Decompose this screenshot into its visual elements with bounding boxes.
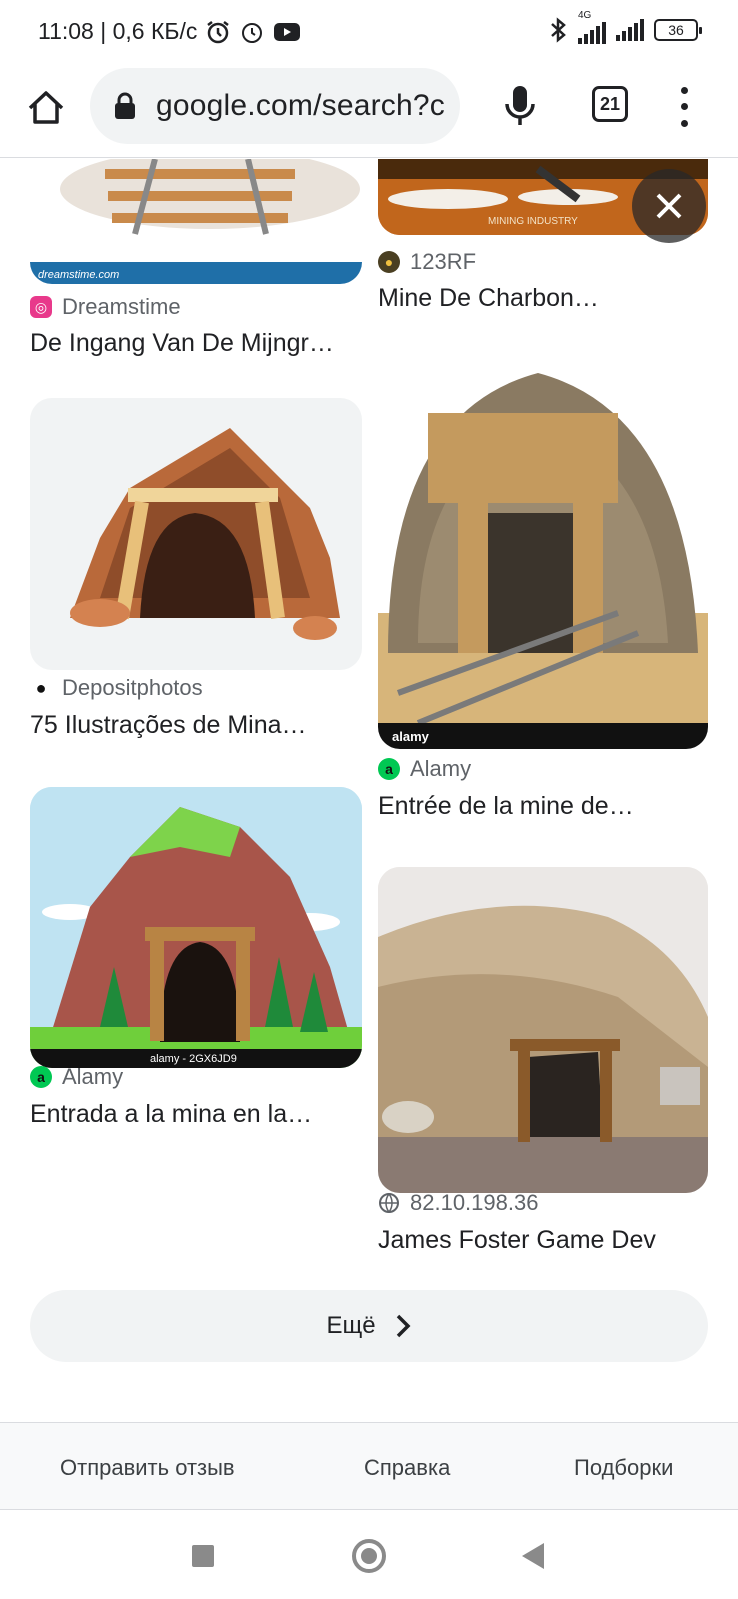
close-icon — [656, 193, 682, 219]
result-image-dreamstime[interactable]: dreamstime.com — [30, 159, 362, 284]
source-label: Alamy — [62, 1064, 124, 1089]
result-source-alamy-2[interactable]: a Alamy — [30, 1064, 123, 1090]
result-title[interactable]: Entrée de la mine de… — [378, 792, 634, 821]
source-label: Dreamstime — [62, 294, 181, 319]
cellular-signal-2 — [616, 19, 644, 41]
rock-mine-entrance-image — [378, 373, 708, 749]
home-icon — [28, 91, 64, 124]
result-source-dreamstime[interactable]: ◎ Dreamstime — [30, 294, 181, 320]
dreamstime-icon: ◎ — [30, 296, 52, 318]
more-results-button[interactable]: Ещё — [30, 1290, 708, 1362]
cartoon-mine-mountain-image — [30, 787, 362, 1068]
source-label: 123RF — [410, 249, 477, 274]
result-source-depositphotos[interactable]: ● Depositphotos — [30, 675, 203, 701]
lock-icon — [115, 92, 135, 119]
chevron-right-icon — [396, 1314, 411, 1338]
watermark-dreamstime: dreamstime.com — [38, 269, 120, 281]
url-text: google.com/search?c — [156, 89, 445, 122]
recents-button[interactable] — [192, 1545, 214, 1567]
result-title[interactable]: Entrada a la mina en la… — [30, 1100, 312, 1129]
result-source-82-10-198-36[interactable]: 82.10.198.36 — [378, 1190, 538, 1216]
alarm-clock-icon — [242, 22, 263, 43]
result-source-alamy-1[interactable]: a Alamy — [378, 756, 471, 782]
collections-link[interactable]: Подборки — [574, 1455, 673, 1481]
result-image-alamy-1[interactable]: alamy — [378, 353, 708, 749]
result-image-depositphotos[interactable] — [30, 398, 362, 670]
microphone-icon — [505, 86, 535, 125]
status-time-speed: 11:08 | 0,6 КБ/с — [38, 18, 198, 44]
result-title[interactable]: Mine De Charbon… — [378, 284, 599, 313]
result-title[interactable]: 75 Ilustrações de Mina… — [30, 711, 307, 740]
source-label: 82.10.198.36 — [410, 1190, 539, 1215]
result-title[interactable]: James Foster Game Dev — [378, 1226, 656, 1255]
watermark-alamy: alamy - 2GX6JD9 — [150, 1053, 237, 1065]
help-link[interactable]: Справка — [364, 1455, 450, 1481]
youtube-icon — [274, 22, 301, 41]
123rf-icon: ● — [378, 251, 400, 273]
browser-toolbar: google.com/search?c 21 — [0, 64, 738, 158]
voice-search-button[interactable] — [500, 82, 540, 132]
cellular-signal-1: 4G — [578, 10, 606, 44]
back-button[interactable] — [522, 1543, 544, 1569]
result-source-123rf[interactable]: ● 123RF — [378, 249, 476, 275]
result-image-3d-mine[interactable] — [378, 867, 708, 1193]
overflow-menu-button[interactable] — [672, 82, 696, 132]
watermark-alamy: alamy — [392, 729, 429, 744]
status-right: 4G 36 — [548, 10, 702, 44]
watermark-123rf: MINING INDUSTRY — [488, 216, 578, 227]
home-button[interactable] — [24, 86, 68, 130]
result-image-alamy-2[interactable]: alamy - 2GX6JD9 — [30, 787, 362, 1068]
depositphotos-icon: ● — [35, 677, 47, 698]
system-navigation-bar — [0, 1511, 738, 1599]
tab-switcher-button[interactable]: 21 — [592, 86, 628, 122]
network-type: 4G — [578, 10, 592, 21]
status-left: 11:08 | 0,6 КБ/с — [38, 18, 301, 45]
battery-indicator: 36 — [654, 19, 702, 41]
source-label: Alamy — [410, 756, 472, 781]
more-label: Ещё — [326, 1312, 376, 1339]
source-label: Depositphotos — [62, 675, 203, 700]
alamy-icon: a — [378, 758, 400, 780]
status-bar: 11:08 | 0,6 КБ/с 4G 36 — [0, 0, 738, 64]
home-nav-button[interactable] — [352, 1539, 386, 1573]
close-preview-button[interactable] — [632, 169, 706, 243]
result-title[interactable]: De Ingang Van De Mijngr… — [30, 329, 334, 358]
alamy-icon: a — [30, 1066, 52, 1088]
globe-icon — [379, 1193, 399, 1213]
address-bar[interactable]: google.com/search?c — [90, 68, 460, 144]
bluetooth-icon — [551, 17, 566, 43]
image-results: dreamstime.com ◎ Dreamstime De Ingang Va… — [0, 159, 738, 1422]
alarm-icon — [207, 20, 230, 43]
page-footer: Отправить отзыв Справка Подборки — [0, 1422, 738, 1510]
mine-entrance-illustration — [70, 428, 340, 640]
rail-tracks-image — [30, 159, 362, 284]
3d-mine-entrance-image — [378, 867, 708, 1193]
feedback-link[interactable]: Отправить отзыв — [60, 1455, 235, 1481]
